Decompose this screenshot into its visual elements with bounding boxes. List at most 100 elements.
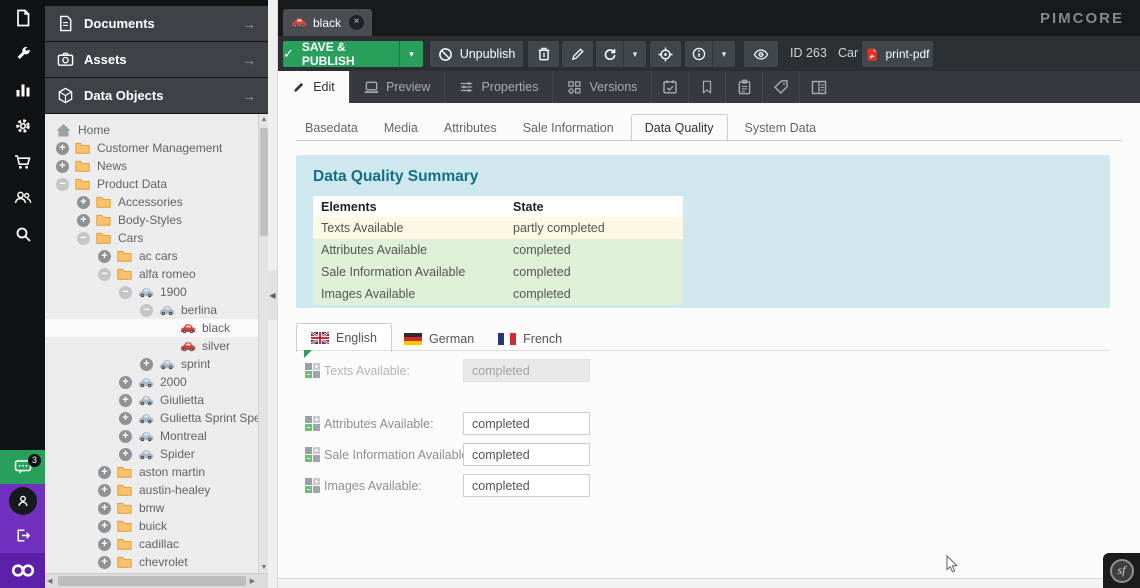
accordion-documents[interactable]: Documents →: [45, 6, 268, 41]
expand-toggle-icon[interactable]: +: [77, 214, 90, 227]
tree-item-bmw[interactable]: +bmw: [45, 499, 268, 517]
save-dropdown-caret-icon[interactable]: ▾: [399, 41, 423, 67]
collapse-toggle-icon[interactable]: −: [140, 304, 153, 317]
sale-information-available-input[interactable]: [463, 443, 590, 466]
tab-notes[interactable]: [689, 71, 726, 103]
ecommerce-nav-icon[interactable]: [0, 144, 45, 180]
tree-item-1900[interactable]: −1900: [45, 283, 268, 301]
users-nav-icon[interactable]: [0, 180, 45, 216]
collapse-toggle-icon[interactable]: −: [56, 178, 69, 191]
tree-item-giulietta[interactable]: + Giulietta: [45, 391, 268, 409]
accordion-data-objects[interactable]: Data Objects →: [45, 78, 268, 113]
tab-tags[interactable]: [763, 71, 800, 103]
collapse-panel-icon[interactable]: ◀: [268, 270, 277, 320]
symfony-toolbar-button[interactable]: sf: [1103, 553, 1140, 588]
expand-toggle-icon[interactable]: +: [98, 466, 111, 479]
collapse-toggle-icon[interactable]: −: [119, 286, 132, 299]
expand-toggle-icon[interactable]: +: [98, 538, 111, 551]
expand-toggle-icon[interactable]: +: [119, 412, 132, 425]
tab-edit[interactable]: Edit: [278, 71, 350, 103]
unpublish-button[interactable]: Unpublish: [430, 41, 523, 67]
tab-properties[interactable]: Properties: [445, 71, 553, 103]
tree-item-ac-cars[interactable]: +ac cars: [45, 247, 268, 265]
tree-item-buick[interactable]: +buick: [45, 517, 268, 535]
collapse-toggle-icon[interactable]: −: [98, 268, 111, 281]
locate-in-tree-button[interactable]: [650, 41, 681, 67]
tree-horizontal-scrollbar[interactable]: ◀ ▶: [45, 573, 268, 588]
scroll-left-icon[interactable]: ◀: [47, 577, 52, 585]
expand-toggle-icon[interactable]: +: [98, 484, 111, 497]
tree-item-customer-management[interactable]: +Customer Management: [45, 139, 268, 157]
tree-item-austin-healey[interactable]: +austin-healey: [45, 481, 268, 499]
tree-item-home[interactable]: Home: [45, 121, 268, 139]
tree-item-news[interactable]: +News: [45, 157, 268, 175]
tab-workflow[interactable]: [800, 71, 837, 103]
tree-item-label: Giulietta: [160, 391, 204, 409]
search-nav-icon[interactable]: [0, 216, 45, 252]
tree-item-gulietta-sprint-specia[interactable]: +Gulietta Sprint Specia: [45, 409, 268, 427]
close-tab-icon[interactable]: ×: [349, 15, 364, 30]
expand-toggle-icon[interactable]: +: [119, 430, 132, 443]
reload-button[interactable]: ▾: [596, 41, 646, 67]
accordion-assets[interactable]: Assets →: [45, 42, 268, 77]
expand-toggle-icon[interactable]: +: [119, 376, 132, 389]
tab-preview[interactable]: Preview: [350, 71, 445, 103]
vertical-scroll-thumb[interactable]: [260, 128, 268, 236]
scroll-right-icon[interactable]: ▶: [250, 577, 255, 585]
tree-item-berlina[interactable]: −berlina: [45, 301, 268, 319]
tree-item-body-styles[interactable]: +Body-Styles: [45, 211, 268, 229]
collapse-toggle-icon[interactable]: −: [77, 232, 90, 245]
tree-item-accessories[interactable]: +Accessories: [45, 193, 268, 211]
folder-icon: [96, 196, 113, 208]
images-available-input[interactable]: [463, 474, 590, 497]
panel-splitter[interactable]: ◀: [268, 0, 278, 588]
logout-icon[interactable]: [0, 518, 45, 552]
documents-nav-icon[interactable]: [0, 0, 45, 36]
horizontal-scroll-thumb[interactable]: [58, 576, 246, 586]
tools-nav-icon[interactable]: [0, 36, 45, 72]
expand-toggle-icon[interactable]: +: [98, 502, 111, 515]
tree-item-silver[interactable]: silver: [45, 337, 268, 355]
expand-toggle-icon[interactable]: +: [98, 250, 111, 263]
expand-toggle-icon[interactable]: +: [56, 142, 69, 155]
expand-toggle-icon[interactable]: +: [140, 358, 153, 371]
tab-versions[interactable]: Versions: [553, 71, 652, 103]
user-avatar[interactable]: [0, 484, 45, 518]
print-pdf-button[interactable]: print-pdf: [862, 41, 933, 67]
tab-reports[interactable]: [726, 71, 763, 103]
info-dropdown-caret-icon[interactable]: ▾: [712, 41, 735, 67]
open-tab-black[interactable]: black ×: [283, 9, 372, 36]
tree-item-label: alfa romeo: [139, 265, 196, 283]
expand-toggle-icon[interactable]: +: [77, 196, 90, 209]
refresh-icon[interactable]: [596, 41, 623, 67]
expand-toggle-icon[interactable]: +: [56, 160, 69, 173]
info-button[interactable]: ▾: [685, 41, 735, 67]
expand-toggle-icon[interactable]: +: [98, 520, 111, 533]
expand-toggle-icon[interactable]: +: [98, 556, 111, 569]
tree-item-chevrolet[interactable]: +chevrolet: [45, 553, 268, 571]
tree-item-black[interactable]: black: [45, 319, 268, 337]
notifications-button[interactable]: 3: [0, 450, 45, 484]
reports-nav-icon[interactable]: [0, 72, 45, 108]
reload-dropdown-caret-icon[interactable]: ▾: [623, 41, 646, 67]
tree-item-montreal[interactable]: +Montreal: [45, 427, 268, 445]
tree-item-sprint[interactable]: +sprint: [45, 355, 268, 373]
attributes-available-input[interactable]: [463, 412, 590, 435]
delete-button[interactable]: [528, 41, 559, 67]
open-preview-button[interactable]: [744, 41, 778, 67]
tree-item-cadillac[interactable]: +cadillac: [45, 535, 268, 553]
tree-item-spider[interactable]: +Spider: [45, 445, 268, 463]
info-icon[interactable]: [685, 41, 712, 67]
expand-toggle-icon[interactable]: +: [119, 448, 132, 461]
tree-item-cars[interactable]: −Cars: [45, 229, 268, 247]
tree-item-2000[interactable]: +2000: [45, 373, 268, 391]
tree-vertical-scrollbar[interactable]: ▲ ▼: [258, 114, 268, 573]
tree-item-aston-martin[interactable]: +aston martin: [45, 463, 268, 481]
tab-schedule[interactable]: [652, 71, 689, 103]
settings-nav-icon[interactable]: [0, 108, 45, 144]
save-publish-button[interactable]: ✓SAVE & PUBLISH ▾: [283, 41, 423, 67]
tree-item-product-data[interactable]: −Product Data: [45, 175, 268, 193]
expand-toggle-icon[interactable]: +: [119, 394, 132, 407]
tree-item-alfa-romeo[interactable]: − alfa romeo: [45, 265, 268, 283]
rename-button[interactable]: [562, 41, 593, 67]
